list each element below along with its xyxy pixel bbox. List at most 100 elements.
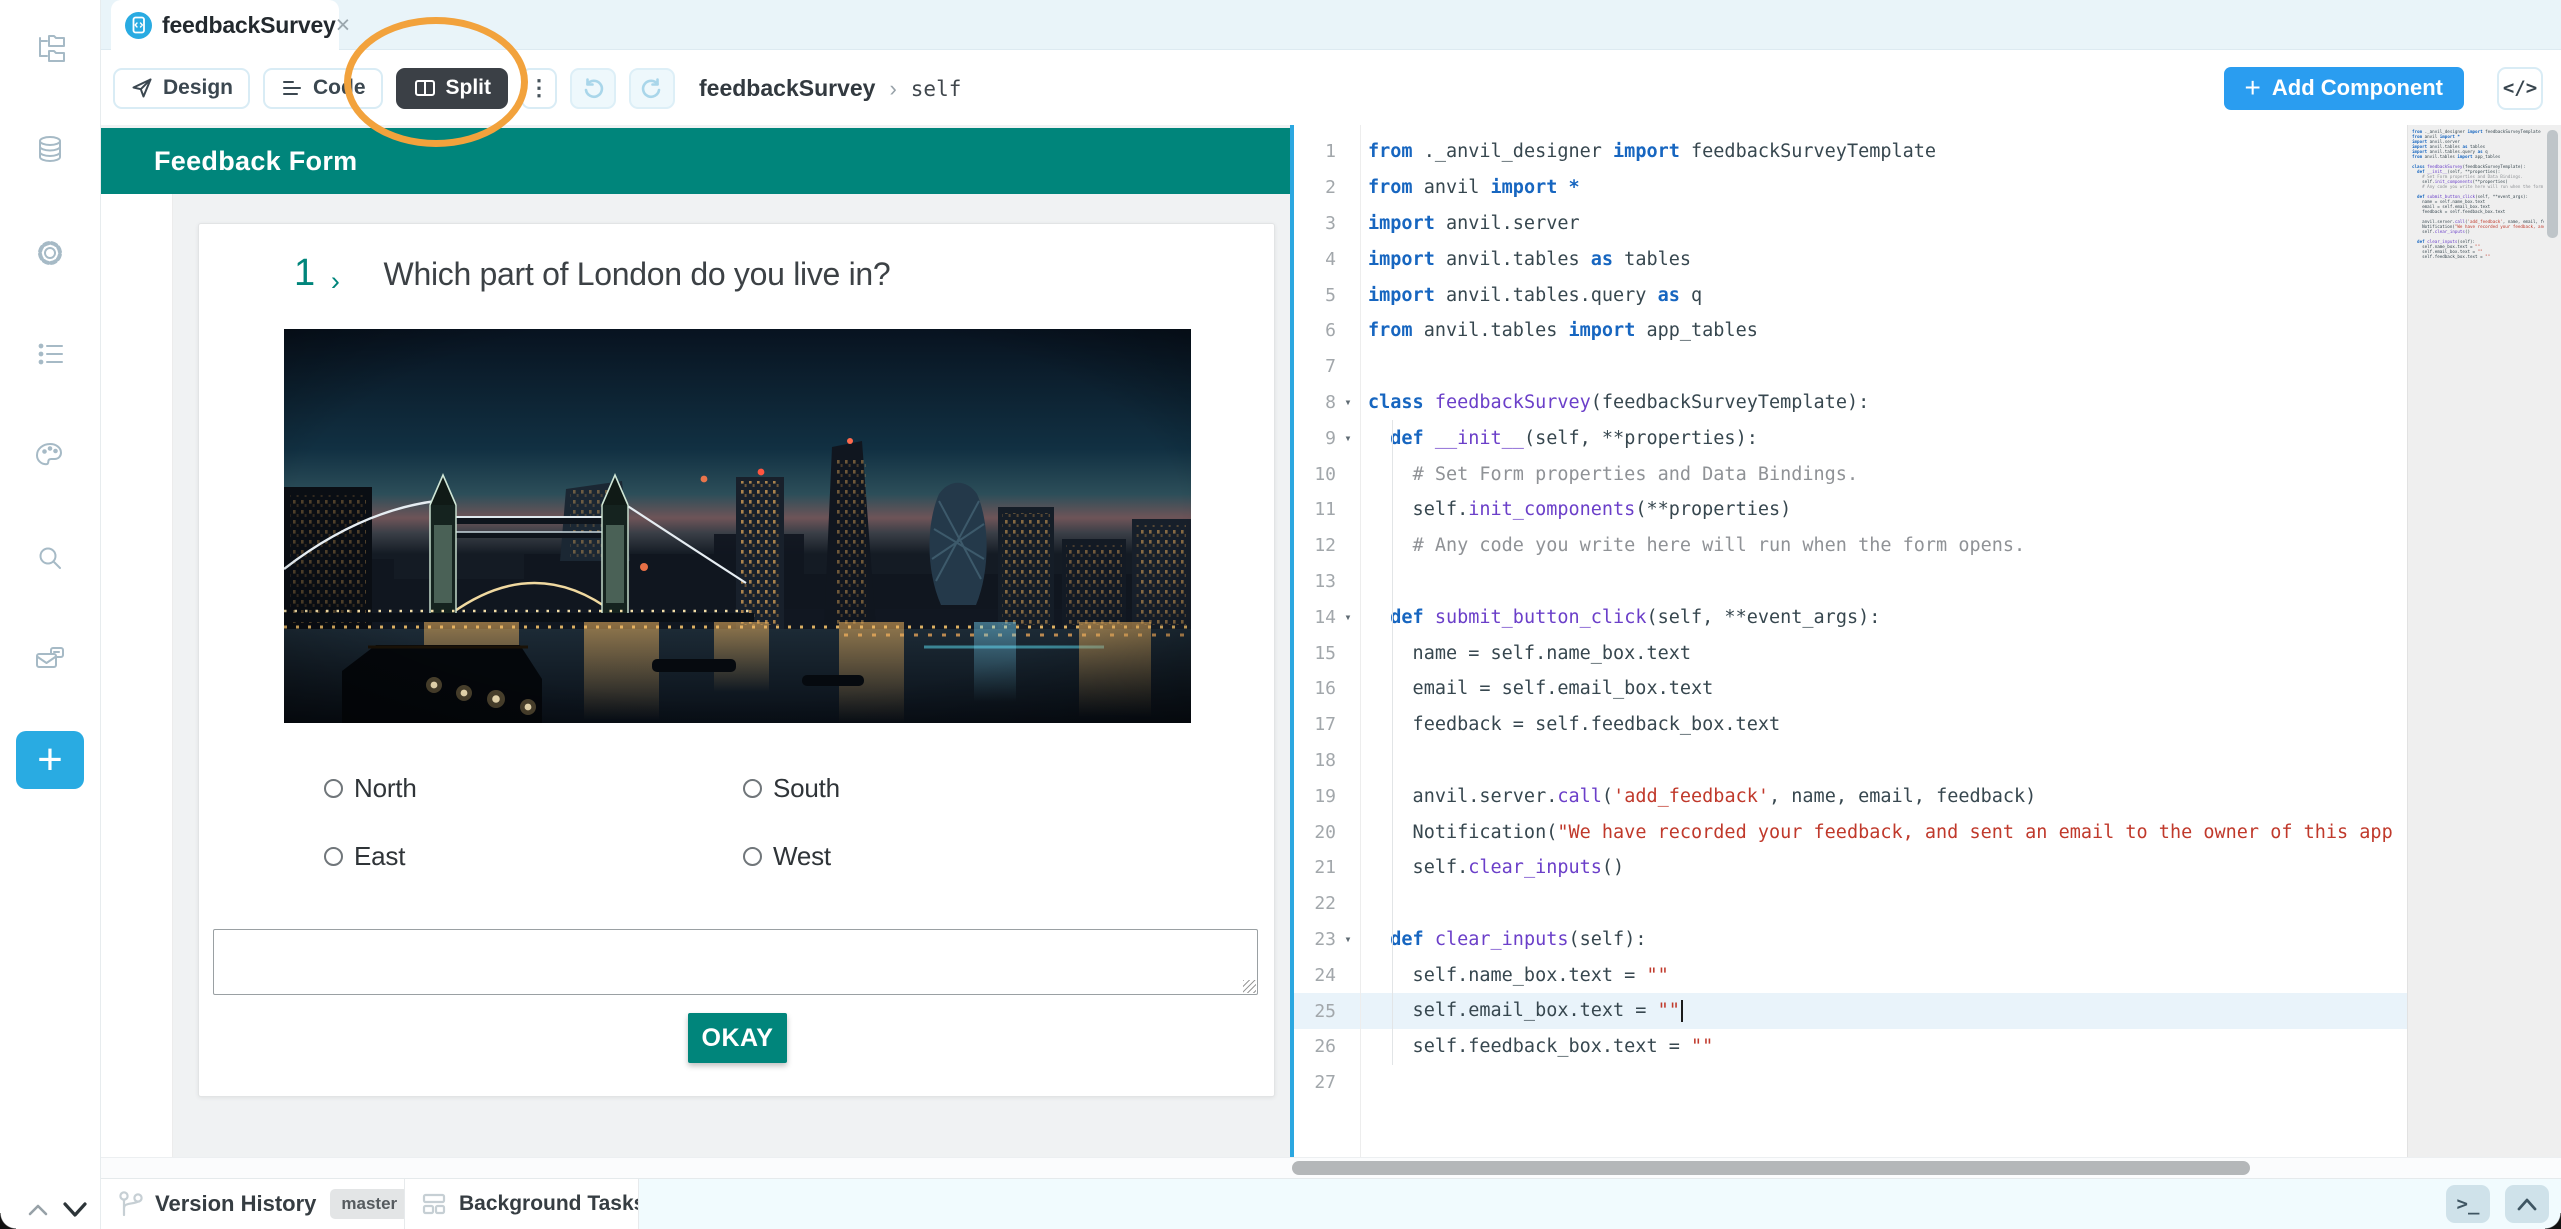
code-line-14[interactable]: 14▾ def submit_button_click(self, **even… [1294, 599, 2407, 635]
form-header-bar[interactable]: Feedback Form [101, 128, 1290, 194]
split-divider[interactable] [1290, 125, 1294, 1157]
editor-side-column: from ._anvil_designer import feedbackSur… [2407, 125, 2561, 1157]
version-history-tab[interactable]: Version History master [101, 1179, 405, 1229]
chevron-up-icon[interactable] [24, 1198, 52, 1220]
survey-card[interactable]: 1 › Which part of London do you live in? [198, 223, 1275, 1097]
branch-badge: master [330, 1189, 405, 1219]
tab-feedback-survey[interactable]: feedbackSurvey × [111, 0, 339, 51]
question-chevron-icon: › [331, 268, 340, 295]
design-pen-icon [130, 76, 154, 100]
radio-circle-icon [743, 847, 762, 866]
terminal-button[interactable]: >_ [2446, 1185, 2490, 1223]
code-line-21[interactable]: 21 self.clear_inputs() [1294, 850, 2407, 886]
breadcrumb-separator: › [889, 76, 896, 102]
radio-west[interactable]: West [743, 841, 1164, 872]
code-line-17[interactable]: 17 feedback = self.feedback_box.text [1294, 707, 2407, 743]
code-line-13[interactable]: 13 [1294, 564, 2407, 600]
question-number: 1 [294, 254, 315, 292]
code-line-27[interactable]: 27 [1294, 1065, 2407, 1101]
radio-circle-icon [324, 779, 343, 798]
code-line-23[interactable]: 23▾ def clear_inputs(self): [1294, 922, 2407, 958]
background-tasks-tab[interactable]: Background Tasks [405, 1179, 639, 1229]
horizontal-scrollbar-thumb[interactable] [1292, 1161, 2250, 1175]
toolbar: Design Code Split ⋮ feedbackSurvey › sel… [101, 51, 2561, 125]
add-component-button[interactable]: + Add Component [2224, 67, 2464, 110]
code-line-5[interactable]: 5import anvil.tables.query as q [1294, 277, 2407, 313]
code-lines-icon [280, 76, 304, 100]
search-icon[interactable] [30, 538, 70, 578]
gutter-separator [1360, 125, 1361, 1157]
code-line-1[interactable]: 1from ._anvil_designer import feedbackSu… [1294, 134, 2407, 170]
theme-palette-icon[interactable] [30, 436, 70, 476]
form-header-title: Feedback Form [154, 146, 357, 177]
breadcrumb-app[interactable]: feedbackSurvey [699, 75, 875, 102]
vertical-scrollbar-thumb[interactable] [2547, 130, 2558, 238]
undo-button[interactable] [570, 68, 616, 109]
tasks-grid-icon [419, 1189, 449, 1219]
radio-group: North South East West [324, 773, 1164, 872]
code-line-16[interactable]: 16 email = self.email_box.text [1294, 671, 2407, 707]
code-line-11[interactable]: 11 self.init_components(**properties) [1294, 492, 2407, 528]
code-line-24[interactable]: 24 self.name_box.text = "" [1294, 957, 2407, 993]
code-line-6[interactable]: 6from anvil.tables import app_tables [1294, 313, 2407, 349]
code-editor-panel[interactable]: 1from ._anvil_designer import feedbackSu… [1294, 125, 2561, 1157]
split-button[interactable]: Split [396, 68, 509, 109]
window-corner-artifact [0, 1213, 16, 1229]
status-bar: Version History master Background Tasks … [101, 1178, 2561, 1229]
code-line-25[interactable]: 25 self.email_box.text = "" [1294, 993, 2407, 1029]
code-line-20[interactable]: 20 Notification("We have recorded your f… [1294, 814, 2407, 850]
radio-south[interactable]: South [743, 773, 1164, 804]
question-text[interactable]: Which part of London do you live in? [384, 254, 891, 294]
design-button[interactable]: Design [113, 68, 250, 109]
code-line-19[interactable]: 19 anvil.server.call('add_feedback', nam… [1294, 778, 2407, 814]
design-margin-gutter [101, 194, 173, 1157]
data-tables-icon[interactable] [30, 131, 70, 171]
code-button[interactable]: Code [263, 68, 383, 109]
code-line-9[interactable]: 9▾ def __init__(self, **properties): [1294, 420, 2407, 456]
scroll-track-row [101, 1157, 2561, 1178]
radio-circle-icon [324, 847, 343, 866]
london-skyline-image[interactable] [284, 329, 1191, 723]
breadcrumb-self[interactable]: self [911, 77, 962, 101]
plus-icon: + [2245, 74, 2261, 102]
code-toggle-button[interactable]: </> [2497, 67, 2543, 110]
code-line-10[interactable]: 10 # Set Form properties and Data Bindin… [1294, 456, 2407, 492]
chevron-down-icon[interactable] [58, 1196, 92, 1222]
code-brackets-icon: </> [2503, 77, 2537, 99]
code-line-18[interactable]: 18 [1294, 743, 2407, 779]
redo-icon [640, 76, 664, 100]
publish-email-icon[interactable] [30, 639, 70, 679]
code-line-15[interactable]: 15 name = self.name_box.text [1294, 635, 2407, 671]
code-line-7[interactable]: 7 [1294, 349, 2407, 385]
add-new-button[interactable]: + [16, 731, 84, 789]
git-branch-icon [115, 1188, 145, 1220]
radio-north[interactable]: North [324, 773, 743, 804]
indent-guide [1392, 420, 1393, 1065]
code-line-2[interactable]: 2from anvil import * [1294, 170, 2407, 206]
code-line-12[interactable]: 12 # Any code you write here will run wh… [1294, 528, 2407, 564]
breadcrumb: feedbackSurvey › self [699, 75, 961, 102]
code-line-4[interactable]: 4import anvil.tables as tables [1294, 241, 2407, 277]
app-logs-list-icon[interactable] [30, 334, 70, 374]
split-view-icon [413, 76, 437, 100]
settings-gear-icon[interactable] [30, 233, 70, 273]
window-corner-artifact [2545, 1213, 2561, 1229]
minimap[interactable]: from ._anvil_designer import feedbackSur… [2412, 129, 2544, 279]
code-lines: 1from ._anvil_designer import feedbackSu… [1294, 125, 2407, 1157]
okay-button[interactable]: OKAY [688, 1013, 787, 1063]
code-line-3[interactable]: 3import anvil.server [1294, 206, 2407, 242]
feedback-textarea[interactable] [213, 929, 1258, 995]
redo-button[interactable] [629, 68, 675, 109]
code-line-26[interactable]: 26 self.feedback_box.text = "" [1294, 1029, 2407, 1065]
undo-icon [581, 76, 605, 100]
app-browser-icon[interactable] [30, 30, 70, 70]
more-options-button[interactable]: ⋮ [521, 68, 557, 109]
close-icon[interactable]: × [336, 13, 351, 38]
expand-panel-button[interactable] [2505, 1185, 2549, 1223]
radio-east[interactable]: East [324, 841, 743, 872]
left-sidebar: + [0, 0, 101, 1229]
code-line-22[interactable]: 22 [1294, 886, 2407, 922]
tab-label: feedbackSurvey [162, 12, 336, 39]
kebab-icon: ⋮ [528, 75, 550, 101]
code-line-8[interactable]: 8▾class feedbackSurvey(feedbackSurveyTem… [1294, 385, 2407, 421]
